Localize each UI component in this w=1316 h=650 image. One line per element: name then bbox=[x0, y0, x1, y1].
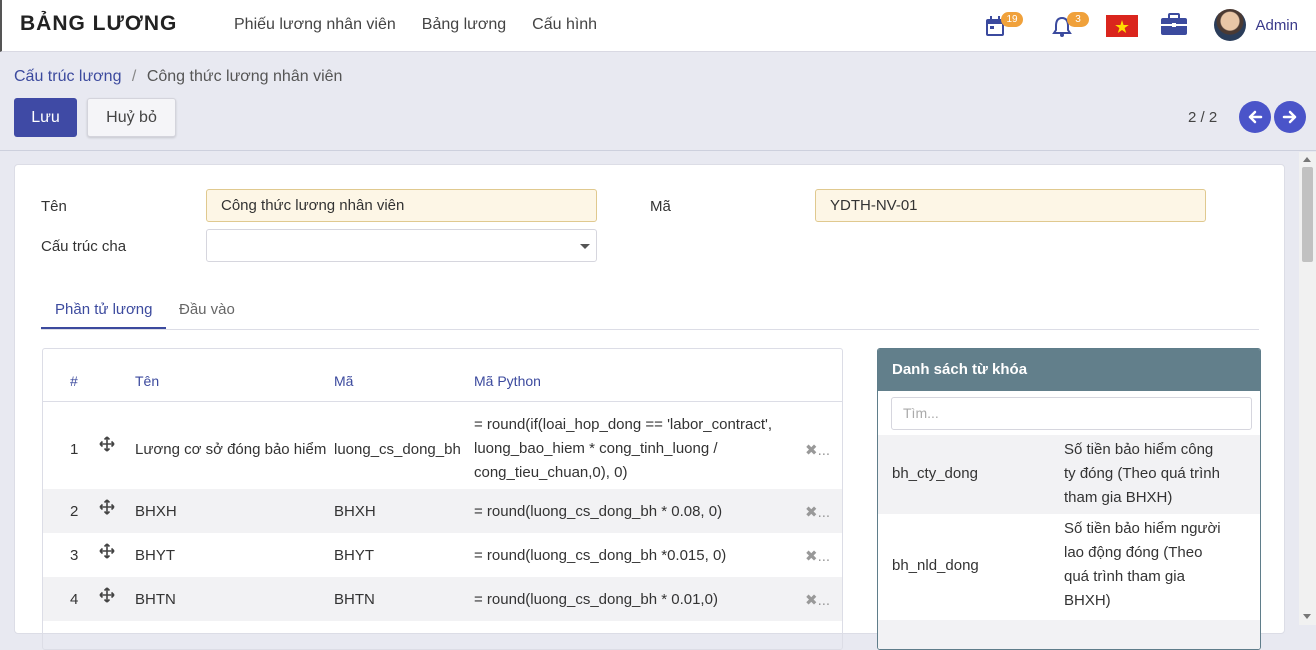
keyword-item[interactable]: bh_cty_dong Số tiền bảo hiểm công ty đón… bbox=[878, 435, 1260, 514]
breadcrumb-separator: / bbox=[131, 68, 137, 85]
row-python-code: = round(luong_cs_dong_bh * 0.08, 0) bbox=[474, 503, 723, 520]
tab-inputs[interactable]: Đầu vào bbox=[179, 301, 235, 327]
keyword-description-line: ty đóng (Theo quá trình bbox=[1064, 465, 1220, 482]
row-code: BHTN bbox=[334, 591, 375, 608]
row-name: Lương cơ sở đóng bảo hiểm bbox=[135, 441, 327, 458]
vietnam-flag-icon bbox=[1106, 15, 1138, 37]
row-python-code: = round(if(loai_hop_dong == 'labor_contr… bbox=[474, 413, 772, 485]
pager-next-button[interactable] bbox=[1274, 101, 1306, 133]
menu-payslips[interactable]: Phiếu lương nhân viên bbox=[234, 16, 396, 34]
discard-button[interactable]: Huỷ bỏ bbox=[87, 98, 176, 137]
apps-button[interactable] bbox=[1160, 10, 1192, 42]
salary-rules-table: # Tên Mã Mã Python 1 Lương cơ sở đóng bả… bbox=[42, 348, 843, 650]
pager-value: 2 / 2 bbox=[1188, 109, 1218, 126]
main-menu: Phiếu lương nhân viên Bảng lương Cấu hìn… bbox=[234, 16, 597, 34]
drag-handle-icon[interactable] bbox=[99, 436, 115, 452]
control-panel-divider bbox=[0, 150, 1316, 151]
pager-previous-button[interactable] bbox=[1239, 101, 1271, 133]
row-number: 3 bbox=[70, 547, 79, 564]
column-header-number: # bbox=[70, 373, 78, 389]
parent-structure-select[interactable] bbox=[206, 229, 597, 262]
breadcrumb-current: Công thức lương nhân viên bbox=[146, 68, 343, 85]
row-code: BHYT bbox=[334, 547, 375, 564]
keyword-description: Số tiền bảo hiểm công ty đóng (Theo quá … bbox=[1064, 438, 1239, 510]
table-row[interactable]: 3 BHYT BHYT = round(luong_cs_dong_bh *0.… bbox=[43, 533, 842, 577]
column-header-code[interactable]: Mã bbox=[334, 373, 353, 389]
row-python-code: = round(luong_cs_dong_bh *0.015, 0) bbox=[474, 547, 727, 564]
keyword-item[interactable] bbox=[878, 620, 1260, 649]
row-code: luong_cs_dong_bh bbox=[334, 441, 461, 458]
keyword-description-line: BHXH) bbox=[1064, 592, 1111, 609]
keyword-description-line: quá trình tham gia bbox=[1064, 568, 1185, 585]
table-row[interactable]: 1 Lương cơ sở đóng bảo hiểm luong_cs_don… bbox=[43, 402, 842, 489]
keyword-panel-title: Danh sách từ khóa bbox=[878, 349, 1260, 391]
arrow-right-icon bbox=[1282, 110, 1297, 124]
arrow-left-icon bbox=[1248, 110, 1263, 124]
delete-row-button[interactable]: ✖... bbox=[805, 441, 830, 459]
row-name: BHXH bbox=[135, 503, 177, 520]
keyword-description-line: Số tiền bảo hiểm công bbox=[1064, 441, 1214, 458]
save-button[interactable]: Lưu bbox=[14, 98, 77, 137]
user-name[interactable]: Admin bbox=[1255, 17, 1298, 34]
parent-structure-label: Cấu trúc cha bbox=[41, 238, 127, 255]
notification-button[interactable]: 3 bbox=[1049, 10, 1089, 42]
tabs-divider bbox=[41, 329, 1259, 330]
code-label: Mã bbox=[650, 198, 671, 215]
breadcrumb: Cấu trúc lương / Công thức lương nhân vi… bbox=[14, 68, 342, 86]
app-title: BẢNG LƯƠNG bbox=[20, 12, 178, 35]
page-scrollbar[interactable] bbox=[1299, 152, 1316, 625]
table-row[interactable]: 4 BHTN BHTN = round(luong_cs_dong_bh * 0… bbox=[43, 577, 842, 621]
keyword-description: Số tiền bảo hiểm người lao động đóng (Th… bbox=[1064, 517, 1239, 613]
name-field[interactable]: Công thức lương nhân viên bbox=[206, 189, 597, 222]
delete-row-button[interactable]: ✖... bbox=[805, 503, 830, 521]
keyword-description-line: Số tiền bảo hiểm người bbox=[1064, 520, 1221, 537]
top-navbar: BẢNG LƯƠNG Phiếu lương nhân viên Bảng lư… bbox=[0, 0, 1316, 52]
drag-handle-icon[interactable] bbox=[99, 499, 115, 515]
delete-row-button[interactable]: ✖... bbox=[805, 591, 830, 609]
user-avatar[interactable] bbox=[1214, 9, 1246, 41]
python-code-line: cong_tieu_chuan,0), 0) bbox=[474, 464, 628, 481]
row-code: BHXH bbox=[334, 503, 376, 520]
row-number: 1 bbox=[70, 441, 79, 458]
row-number: 2 bbox=[70, 503, 79, 520]
keyword-search-input[interactable]: Tìm... bbox=[891, 397, 1252, 430]
column-header-name[interactable]: Tên bbox=[135, 373, 159, 389]
keyword-item[interactable]: bh_nld_dong Số tiền bảo hiểm người lao đ… bbox=[878, 517, 1260, 620]
drag-handle-icon[interactable] bbox=[99, 543, 115, 559]
column-header-python[interactable]: Mã Python bbox=[474, 373, 541, 389]
keyword-description-line: lao động đóng (Theo bbox=[1064, 544, 1203, 561]
code-field[interactable]: YDTH-NV-01 bbox=[815, 189, 1206, 222]
table-row[interactable]: 2 BHXH BHXH = round(luong_cs_dong_bh * 0… bbox=[43, 489, 842, 533]
row-name: BHYT bbox=[135, 547, 176, 564]
keyword-name: bh_cty_dong bbox=[892, 465, 978, 482]
keyword-name: bh_nld_dong bbox=[892, 557, 979, 574]
language-button[interactable] bbox=[1106, 10, 1138, 42]
delete-row-button[interactable]: ✖... bbox=[805, 547, 830, 565]
tab-salary-rules[interactable]: Phần tử lương bbox=[41, 301, 167, 329]
scrollbar-thumb[interactable] bbox=[1302, 167, 1313, 262]
briefcase-icon bbox=[1161, 13, 1187, 35]
breadcrumb-parent[interactable]: Cấu trúc lương bbox=[14, 68, 121, 85]
row-name: BHTN bbox=[135, 591, 176, 608]
calendar-badge: 19 bbox=[1001, 12, 1023, 27]
row-python-code: = round(luong_cs_dong_bh * 0.01,0) bbox=[474, 591, 718, 608]
scroll-down-arrow-icon[interactable] bbox=[1303, 614, 1311, 619]
scroll-up-arrow-icon[interactable] bbox=[1303, 157, 1311, 162]
notification-badge: 3 bbox=[1067, 12, 1089, 27]
python-code-line: luong_bao_hiem * cong_tinh_luong / bbox=[474, 440, 718, 457]
row-number: 4 bbox=[70, 591, 79, 608]
name-label: Tên bbox=[41, 198, 67, 215]
form-sheet: Tên Công thức lương nhân viên Mã YDTH-NV… bbox=[14, 164, 1285, 650]
menu-payroll[interactable]: Bảng lương bbox=[422, 16, 506, 34]
keyword-list-panel: Danh sách từ khóa Tìm... bh_cty_dong Số … bbox=[877, 348, 1261, 650]
drag-handle-icon[interactable] bbox=[99, 587, 115, 603]
caret-down-icon bbox=[580, 244, 590, 249]
calendar-button[interactable]: 19 bbox=[983, 10, 1023, 42]
menu-configuration[interactable]: Cấu hình bbox=[532, 16, 597, 34]
keyword-description-line: tham gia BHXH) bbox=[1064, 489, 1173, 506]
python-code-line: = round(if(loai_hop_dong == 'labor_contr… bbox=[474, 416, 773, 433]
